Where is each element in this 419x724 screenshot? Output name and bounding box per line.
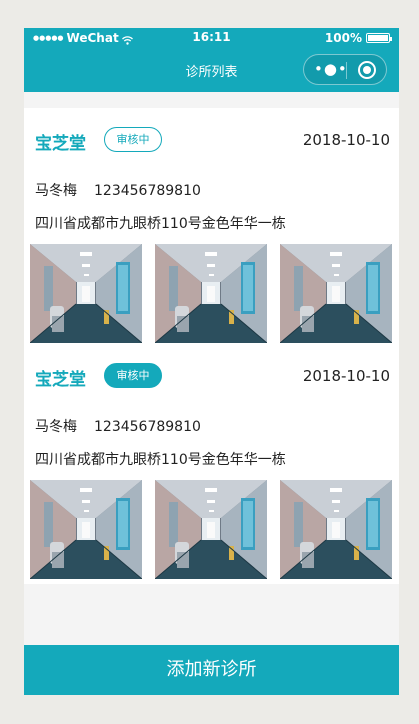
clinic-address: 四川省成都市九眼桥110号金色年华一栋 [35,452,286,468]
target-icon[interactable] [358,61,376,79]
clinic-photo[interactable] [280,480,392,579]
clinic-card[interactable]: 宝芝堂 审核中 2018-10-10 马冬梅 123456789810 四川省成都… [24,344,399,584]
status-badge: 审核中 [104,127,162,152]
clinic-date: 2018-10-10 [302,367,390,385]
status-right: 100% [324,31,392,45]
nav-bar: ●●●●● WeChat 16:11 100% 诊所列表 •●• [24,28,399,92]
clinic-photo[interactable] [30,244,142,343]
battery-icon [366,33,392,43]
clinic-photo[interactable] [155,480,267,579]
clinic-photo[interactable] [30,480,142,579]
contact-name: 马冬梅 [35,419,77,435]
phone-screen: ●●●●● WeChat 16:11 100% 诊所列表 •●• 宝芝堂 审核中… [24,28,399,695]
ellipsis-icon[interactable]: •●• [314,60,347,80]
status-badge: 审核中 [104,363,162,388]
clinic-address: 四川省成都市九眼桥110号金色年华一栋 [35,216,286,232]
add-clinic-button[interactable]: 添加新诊所 [24,645,399,695]
contact-row: 马冬梅 123456789810 [35,180,201,200]
contact-name: 马冬梅 [35,183,77,199]
clinic-name: 宝芝堂 [35,134,86,154]
clinic-name: 宝芝堂 [35,370,86,390]
mini-program-capsule: •●• [303,54,387,85]
status-bar: ●●●●● WeChat 16:11 100% [24,28,399,48]
contact-row: 马冬梅 123456789810 [35,416,201,436]
clinic-photo[interactable] [280,244,392,343]
contact-phone: 123456789810 [94,419,201,435]
contact-phone: 123456789810 [94,183,201,199]
clinic-photo[interactable] [155,244,267,343]
capsule-divider [346,62,347,79]
clinic-date: 2018-10-10 [302,131,390,149]
battery-percent: 100% [324,31,362,45]
clinic-card[interactable]: 宝芝堂 审核中 2018-10-10 马冬梅 123456789810 四川省成都… [24,108,399,344]
